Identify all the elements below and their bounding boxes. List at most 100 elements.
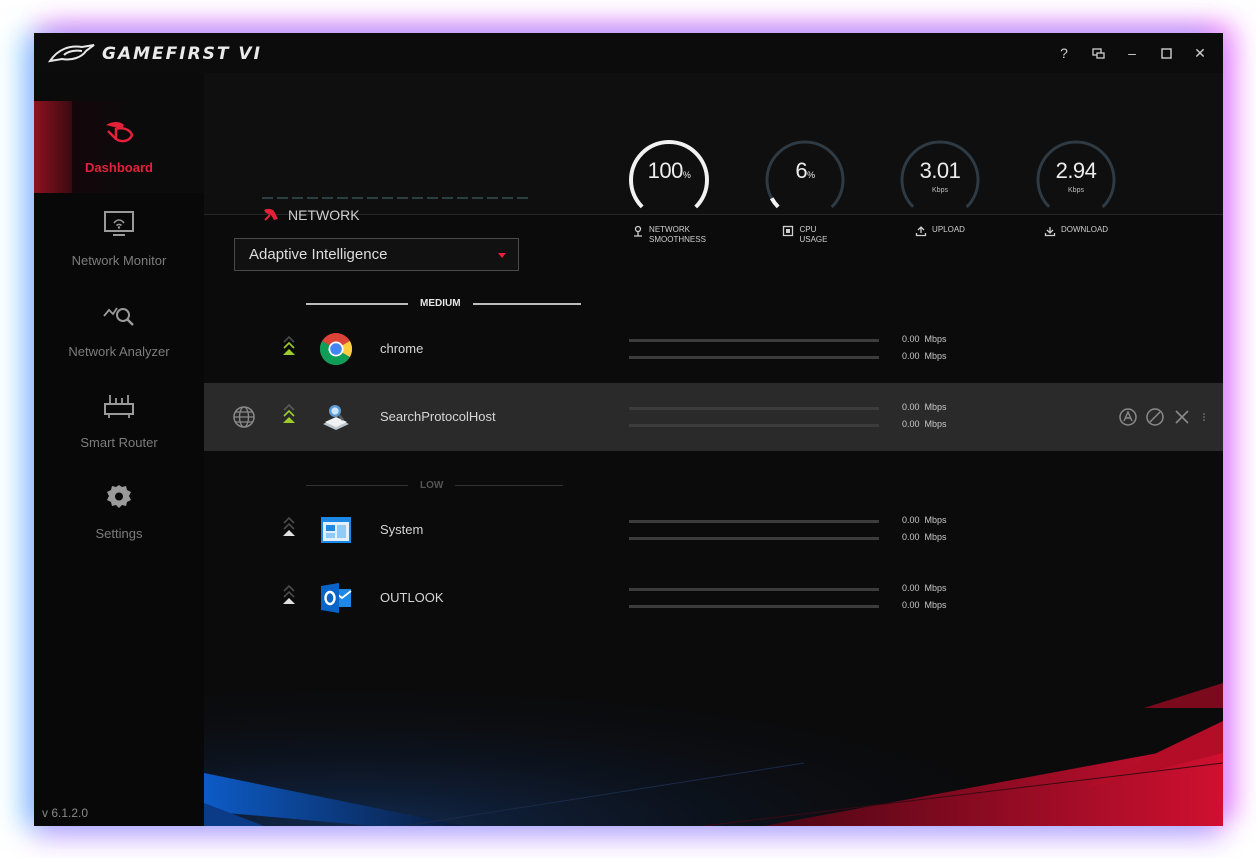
gauge-value: 3.01 [919,158,961,183]
app-logo: GAMEFIRST VI [48,41,278,67]
gauge-value: 2.94 [1055,158,1097,183]
help-button[interactable]: ? [1047,41,1081,65]
network-activity-line [262,197,532,199]
upload-rate: 0.00 Mbps [902,515,947,525]
priority-medium-icon[interactable] [282,333,296,363]
download-bar [629,356,879,359]
gauge-label: DOWNLOAD [1031,225,1121,237]
app-name: chrome [380,341,424,356]
upload-bar [629,407,879,410]
outlook-icon [321,583,352,613]
download-bar [629,537,879,540]
sidebar-item-smart-router[interactable]: Smart Router [34,375,204,467]
gauge-sub: Kbps [1068,187,1084,194]
window-controls: ? – ✕ [1047,41,1217,65]
download-rate: 0.00 Mbps [902,351,947,361]
mini-mode-icon [1091,47,1105,59]
close-icon[interactable] [1172,407,1192,427]
sidebar-item-label: Network Analyzer [68,344,170,359]
app-name: System [380,522,424,537]
chrome-icon [319,333,353,366]
mini-mode-button[interactable] [1081,41,1115,65]
app-row-outlook[interactable]: OUTLOOK 0.00 Mbps 0.00 Mbps [204,564,1223,632]
app-row-chrome[interactable]: chrome 0.00 Mbps 0.00 Mbps [204,315,1223,383]
title-bar: GAMEFIRST VI ? – ✕ [34,33,1223,73]
gauge-sub: Kbps [932,187,948,194]
upload-bar [629,339,879,342]
upload-rate: 0.00 Mbps [902,334,947,344]
gauge-cpu-usage: 6% CPU USAGE [760,135,850,245]
gauge-value: 100% [647,158,691,183]
network-title: NETWORK [262,207,360,223]
priority-medium-icon[interactable] [282,401,296,431]
upload-bar [629,520,879,523]
download-rate: 0.00 Mbps [902,532,947,542]
gauge-label: UPLOAD [895,225,985,237]
sidebar: Dashboard Network Monitor Network Analyz… [34,101,204,826]
router-icon [104,395,134,418]
row-actions [1118,407,1209,427]
analyzer-icon [103,307,134,326]
dashboard-icon [106,122,134,143]
chevron-down-icon [498,253,506,258]
download-rate: 0.00 Mbps [902,600,947,610]
system-icon [321,517,351,543]
upload-bar [629,588,879,591]
gauge-value: 6% [795,158,815,183]
monitor-icon [104,211,134,236]
app-row-system[interactable]: System 0.00 Mbps 0.00 Mbps [204,496,1223,564]
help-icon: ? [1060,45,1068,61]
gauge-download: 2.94 Kbps DOWNLOAD [1031,135,1121,245]
mode-select-value: Adaptive Intelligence [249,246,388,263]
group-label-low: LOW [306,480,564,491]
game-profile-icon[interactable] [1118,407,1138,427]
minimize-icon: – [1128,45,1136,61]
app-name: SearchProtocolHost [380,409,496,424]
download-icon [1044,227,1056,237]
sidebar-item-network-monitor[interactable]: Network Monitor [34,193,204,285]
background-art [204,613,1223,826]
network-header: NETWORK 100% NETWORK SMOOTHNESS 6% CPU U… [204,73,1223,244]
minimize-button[interactable]: – [1115,41,1149,65]
version-label: v 6.1.2.0 [42,806,89,820]
sidebar-item-label: Settings [95,526,143,541]
download-rate: 0.00 Mbps [902,419,947,429]
priority-low-icon[interactable] [282,514,296,544]
maximize-icon [1160,47,1172,59]
app-title: GAMEFIRST VI [102,44,262,64]
close-button[interactable]: ✕ [1183,41,1217,65]
gauge-network-smoothness: 100% NETWORK SMOOTHNESS [624,135,714,245]
rog-eye-icon [48,44,95,63]
sidebar-item-dashboard[interactable]: Dashboard [34,101,204,193]
network-icon [264,208,278,221]
cpu-icon [783,225,794,237]
upload-icon [915,226,927,237]
group-label-medium: MEDIUM [306,298,581,309]
block-icon[interactable] [1145,407,1165,427]
maximize-button[interactable] [1149,41,1183,65]
sidebar-item-label: Dashboard [85,160,153,175]
search-protocol-icon [323,405,349,430]
sidebar-item-label: Smart Router [80,435,158,450]
priority-low-icon[interactable] [282,582,296,612]
sidebar-item-settings[interactable]: Settings [34,466,204,558]
upload-rate: 0.00 Mbps [902,402,947,412]
download-bar [629,424,879,427]
app-row-searchprotocolhost[interactable]: SearchProtocolHost 0.00 Mbps 0.00 Mbps [204,383,1223,451]
app-window: GAMEFIRST VI ? – ✕ Dashboard Network Mon… [34,33,1223,826]
more-icon[interactable] [1199,407,1209,427]
gauge-upload: 3.01 Kbps UPLOAD [895,135,985,245]
close-icon: ✕ [1194,44,1206,61]
gauge-label: NETWORK SMOOTHNESS [624,225,714,245]
app-name: OUTLOOK [380,590,444,605]
dashboard-panel: NETWORK 100% NETWORK SMOOTHNESS 6% CPU U… [204,73,1223,826]
download-bar [629,605,879,608]
upload-rate: 0.00 Mbps [902,583,947,593]
network-label: NETWORK [288,207,360,223]
sidebar-item-network-analyzer[interactable]: Network Analyzer [34,284,204,376]
sidebar-item-label: Network Monitor [71,253,167,268]
gauge-label: CPU USAGE [760,225,850,245]
globe-icon[interactable] [232,405,256,429]
smoothness-icon [634,225,643,237]
mode-select[interactable]: Adaptive Intelligence [234,238,519,271]
